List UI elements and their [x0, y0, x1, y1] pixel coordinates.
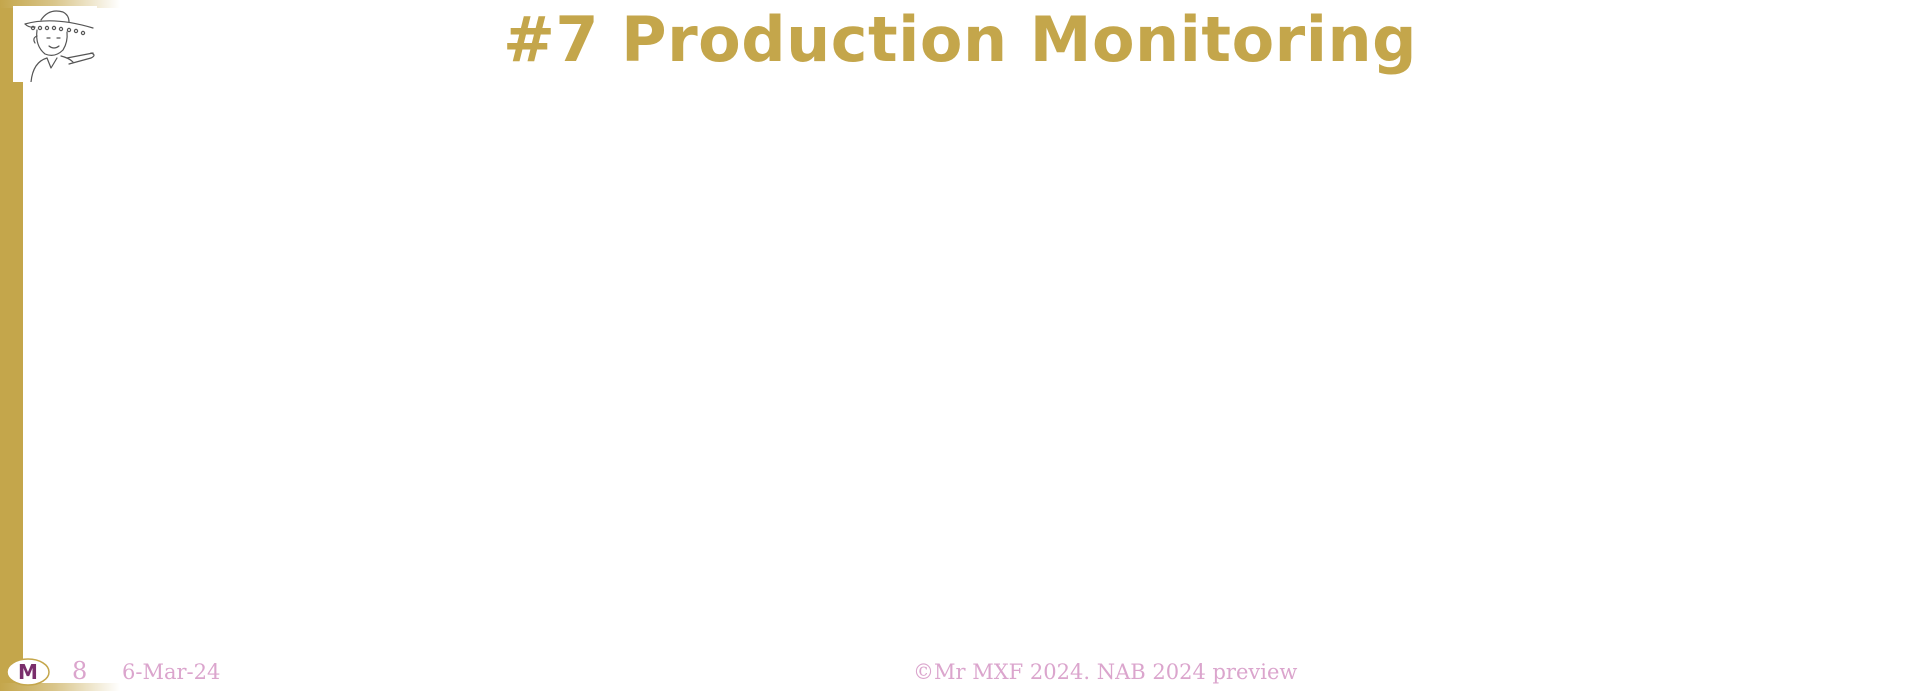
slide: #7 Production Monitoring M 8 6-Mar-24 ©M…	[0, 0, 1920, 691]
left-accent-bar	[0, 0, 23, 691]
slide-title: #7 Production Monitoring	[502, 3, 1418, 76]
footer-date: 6-Mar-24	[122, 660, 221, 684]
footer-copyright: ©Mr MXF 2024. NAB 2024 preview	[913, 660, 1298, 684]
slide-number: 8	[72, 657, 88, 685]
logo-letter: M	[18, 660, 38, 684]
logo-icon: M	[5, 657, 51, 687]
